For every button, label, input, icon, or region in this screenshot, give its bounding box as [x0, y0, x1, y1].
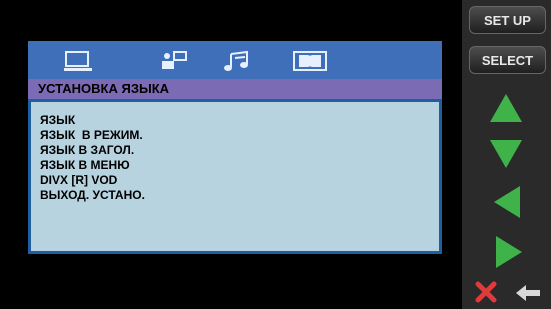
menu-item-mode-language[interactable]: ЯЗЫК В РЕЖИМ.	[40, 128, 439, 143]
tab-bar	[28, 41, 442, 79]
setup-button[interactable]: SET UP	[469, 6, 546, 34]
back-icon[interactable]	[514, 282, 544, 304]
language-menu: ЯЗЫК ЯЗЫК В РЕЖИМ. ЯЗЫК В ЗАГОЛ. ЯЗЫК В …	[28, 99, 442, 254]
page-title: УСТАНОВКА ЯЗЫКА	[28, 79, 442, 99]
menu-item-menu-language[interactable]: ЯЗЫК В МЕНЮ	[40, 158, 439, 173]
select-button[interactable]: SELECT	[469, 46, 546, 74]
arrow-right-icon[interactable]	[494, 234, 524, 270]
osd-screen: УСТАНОВКА ЯЗЫКА ЯЗЫК ЯЗЫК В РЕЖИМ. ЯЗЫК …	[0, 0, 462, 309]
monitor-icon	[64, 51, 92, 71]
music-note-icon	[224, 50, 248, 71]
arrow-down-icon[interactable]	[488, 138, 524, 170]
tab-video[interactable]	[58, 49, 98, 73]
menu-item-exit-setup[interactable]: ВЫХОД. УСТАНО.	[40, 188, 439, 203]
tab-dolby[interactable]	[286, 49, 334, 73]
dolby-icon	[293, 51, 327, 71]
close-icon[interactable]	[474, 280, 498, 304]
menu-item-subtitle-language[interactable]: ЯЗЫК В ЗАГОЛ.	[40, 143, 439, 158]
arrow-left-icon[interactable]	[492, 184, 522, 220]
menu-item-divx-vod[interactable]: DIVX [R] VOD	[40, 173, 439, 188]
tab-music[interactable]	[216, 49, 256, 73]
speaker-icon	[162, 51, 187, 69]
menu-item-language[interactable]: ЯЗЫК	[40, 113, 439, 128]
tab-audio[interactable]	[153, 49, 193, 73]
arrow-up-icon[interactable]	[488, 92, 524, 124]
control-sidebar: SET UP SELECT	[462, 0, 551, 309]
